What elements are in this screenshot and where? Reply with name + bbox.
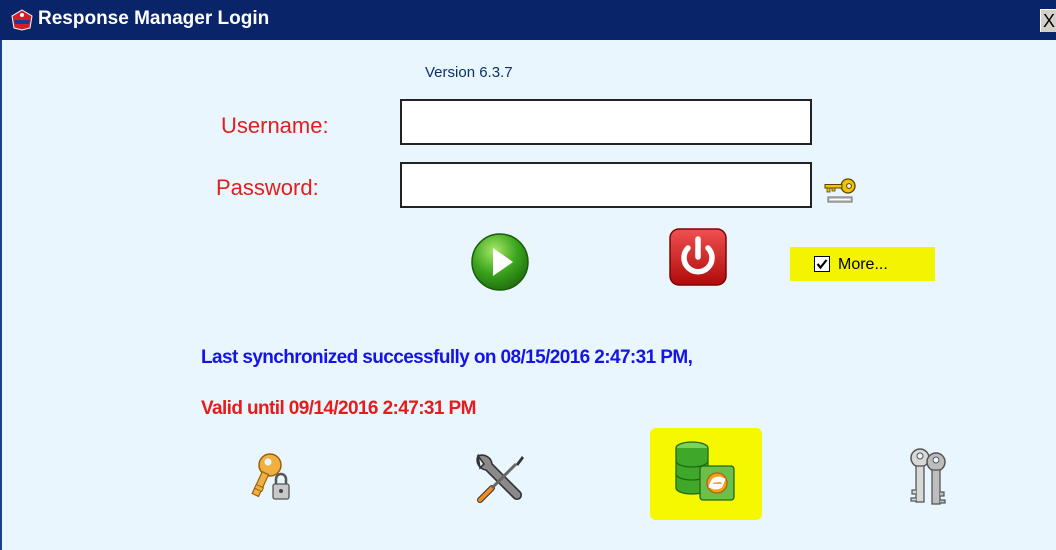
title-bar: Response Manager Login X — [0, 0, 1056, 40]
window-title: Response Manager Login — [38, 8, 270, 29]
version-label: Version 6.3.7 — [425, 64, 513, 81]
wrench-screwdriver-icon[interactable] — [470, 450, 530, 508]
exit-power-button[interactable] — [669, 228, 727, 286]
more-label: More... — [838, 256, 888, 273]
more-checkbox[interactable] — [814, 256, 830, 272]
database-sync-icon[interactable] — [670, 438, 744, 510]
key-lock-icon[interactable] — [246, 450, 302, 506]
more-toggle[interactable]: More... — [790, 247, 935, 281]
username-label: Username: — [221, 113, 329, 138]
password-field[interactable] — [400, 162, 812, 208]
username-field[interactable] — [400, 99, 812, 145]
checkmark-icon — [816, 259, 828, 270]
app-logo-icon — [11, 9, 33, 31]
login-go-button[interactable] — [470, 232, 530, 292]
keys-icon[interactable] — [822, 176, 860, 206]
last-sync-status: Last synchronized successfully on 08/15/… — [201, 347, 693, 368]
close-button[interactable]: X — [1040, 9, 1056, 32]
keys-icon[interactable] — [902, 446, 952, 510]
password-label: Password: — [216, 175, 319, 200]
valid-until-status: Valid until 09/14/2016 2:47:31 PM — [201, 398, 476, 419]
